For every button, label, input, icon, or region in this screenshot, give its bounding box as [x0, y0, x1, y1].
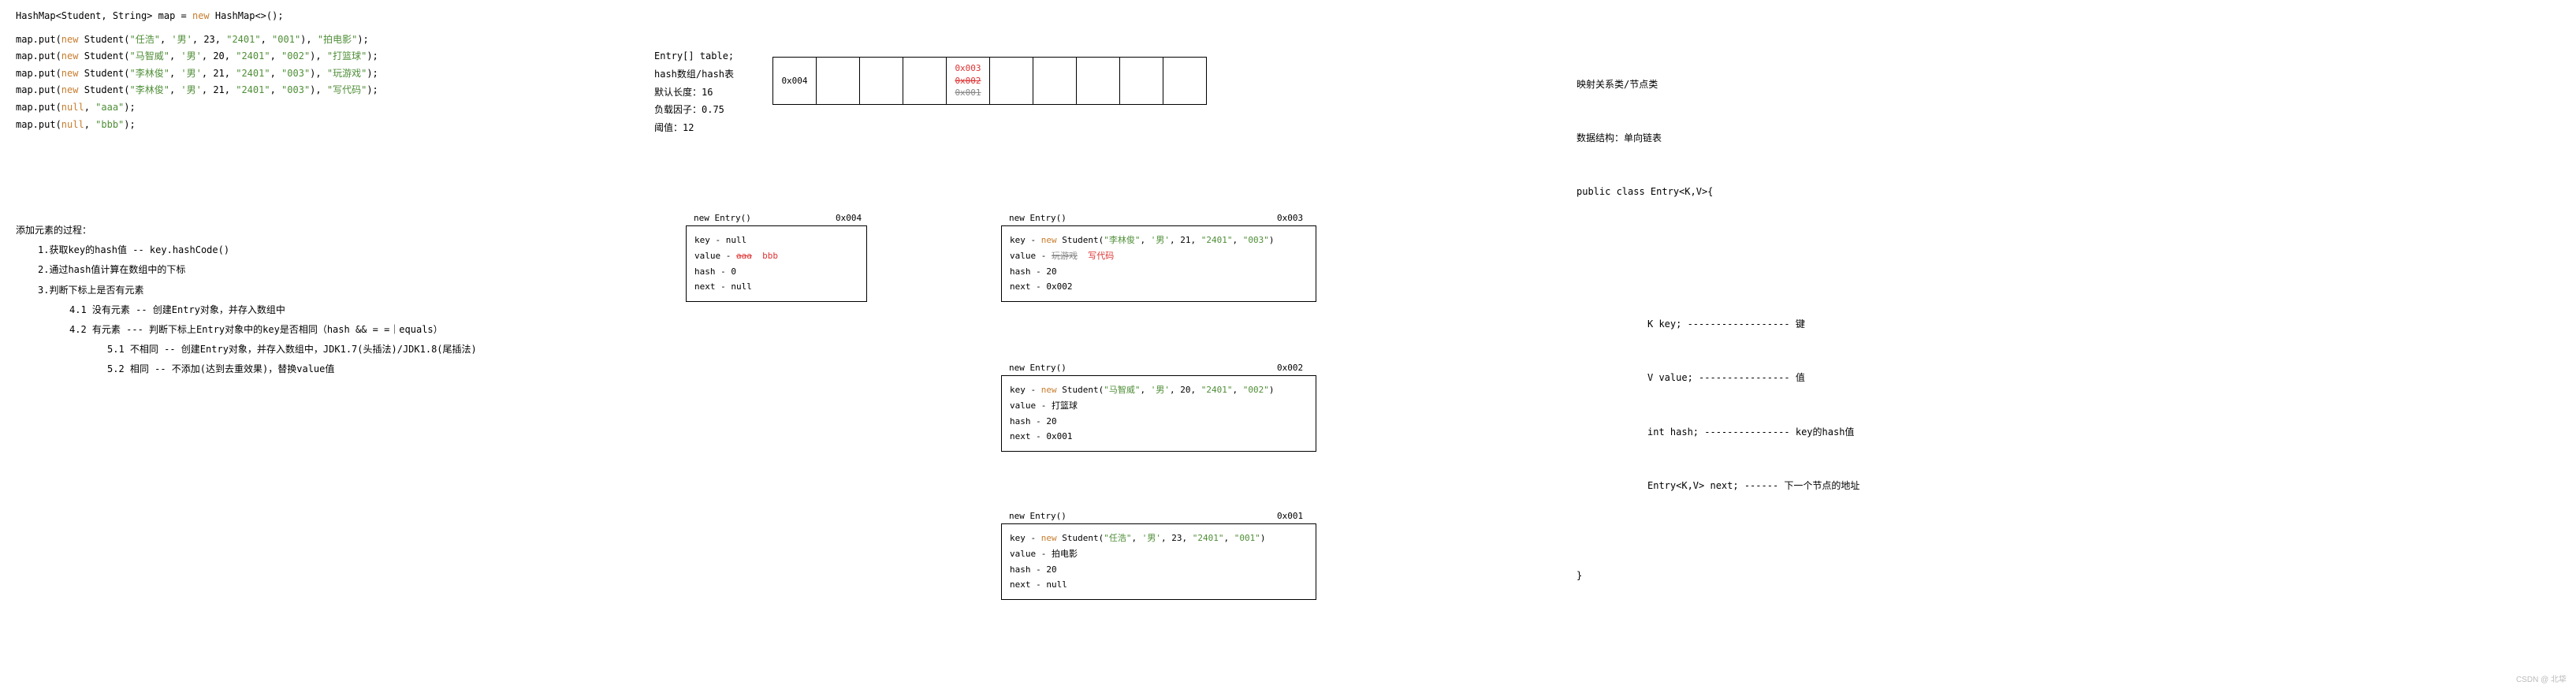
entry-hash: hash - 20 — [1010, 414, 1308, 430]
process-title: 添加元素的过程： — [16, 221, 477, 240]
right-line: 数据结构：单向链表 — [1576, 129, 1859, 147]
process-line: 2.通过hash值计算在数组中的下标 — [38, 260, 477, 280]
entry-002-addr: 0x002 — [1277, 363, 1303, 373]
entry-hash: hash - 20 — [1010, 562, 1308, 578]
entry-box-003: key - new Student("李林俊", '男', 21, "2401"… — [1001, 225, 1316, 302]
table-info-line: 阈值：12 — [654, 119, 734, 137]
code-line: map.put(new Student("李林俊", '男', 21, "240… — [16, 65, 378, 83]
code-line: map.put(new Student("李林俊", '男', 21, "240… — [16, 82, 378, 99]
entry-box-002: key - new Student("马智威", '男', 20, "2401"… — [1001, 375, 1316, 452]
table-info: Entry[] table; hash数组/hash表 默认长度：16 负载因子… — [654, 47, 734, 137]
entry-003-addr: 0x003 — [1277, 213, 1303, 223]
entry-hash: hash - 20 — [1010, 264, 1308, 280]
entry-002-label: new Entry() — [1009, 363, 1067, 373]
table-cell-9 — [1163, 58, 1207, 105]
entry-class-def: 映射关系类/节点类 数据结构：单向链表 public class Entry<K… — [1576, 39, 1859, 603]
code-line: map.put(null, "bbb"); — [16, 117, 378, 134]
hash-table-array: 0x004 0x003 0x002 0x001 — [772, 57, 1207, 105]
code-line: map.put(null, "aaa"); — [16, 99, 378, 117]
entry-key: key - new Student("马智威", '男', 20, "2401"… — [1010, 382, 1308, 398]
table-cell-0: 0x004 — [773, 58, 817, 105]
entry-value: value - 玩游戏 写代码 — [1010, 248, 1308, 264]
code-line: HashMap<Student, String> map = new HashM… — [16, 8, 378, 25]
table-cell-1 — [817, 58, 860, 105]
entry-hash: hash - 0 — [694, 264, 858, 280]
process-line: 3.判断下标上是否有元素 — [38, 281, 477, 300]
entry-box-001: key - new Student("任浩", '男', 23, "2401",… — [1001, 523, 1316, 600]
right-line: V value; ---------------- 值 — [1647, 369, 1859, 387]
entry-next: next - null — [1010, 577, 1308, 593]
process-line: 4.1 没有元素 -- 创建Entry对象，并存入数组中 — [69, 300, 477, 320]
right-line: 映射关系类/节点类 — [1576, 76, 1859, 94]
watermark: CSDN @ 北牮 — [2516, 672, 2567, 684]
right-line: public class Entry<K,V>{ — [1576, 183, 1859, 201]
table-cell-8 — [1120, 58, 1163, 105]
entry-value: value - 拍电影 — [1010, 546, 1308, 562]
entry-value: value - 打篮球 — [1010, 398, 1308, 414]
entry-004-label: new Entry() — [694, 213, 751, 223]
table-cell-6 — [1033, 58, 1077, 105]
process-line: 5.1 不相同 -- 创建Entry对象，并存入数组中，JDK1.7(头插法)/… — [107, 340, 477, 359]
entry-key: key - new Student("任浩", '男', 23, "2401",… — [1010, 531, 1308, 546]
table-info-line: 默认长度：16 — [654, 84, 734, 102]
process-steps: 添加元素的过程： 1.获取key的hash值 -- key.hashCode()… — [16, 221, 477, 380]
entry-box-004: key - null value - aaa bbb hash - 0 next… — [686, 225, 867, 302]
entry-key: key - new Student("李林俊", '男', 21, "2401"… — [1010, 233, 1308, 248]
table-info-line: Entry[] table; — [654, 47, 734, 65]
code-block-main: HashMap<Student, String> map = new HashM… — [16, 8, 378, 133]
table-cell-3 — [903, 58, 947, 105]
entry-003-label: new Entry() — [1009, 213, 1067, 223]
table-info-line: 负载因子：0.75 — [654, 101, 734, 119]
code-line: map.put(new Student("任浩", '男', 23, "2401… — [16, 32, 378, 49]
entry-next: next - null — [694, 279, 858, 295]
entry-001-label: new Entry() — [1009, 511, 1067, 521]
table-cell-7 — [1077, 58, 1120, 105]
right-line: Entry<K,V> next; ------ 下一个节点的地址 — [1647, 477, 1859, 495]
entry-next: next - 0x002 — [1010, 279, 1308, 295]
entry-004-addr: 0x004 — [836, 213, 862, 223]
process-line: 1.获取key的hash值 -- key.hashCode() — [38, 240, 477, 260]
entry-next: next - 0x001 — [1010, 429, 1308, 445]
right-line: int hash; --------------- key的hash值 — [1647, 423, 1859, 441]
entry-key: key - null — [694, 233, 858, 248]
table-cell-2 — [860, 58, 903, 105]
right-line: K key; ------------------ 键 — [1647, 315, 1859, 333]
table-info-line: hash数组/hash表 — [654, 65, 734, 84]
entry-001-addr: 0x001 — [1277, 511, 1303, 521]
table-cell-5 — [990, 58, 1033, 105]
process-line: 5.2 相同 -- 不添加(达到去重效果)，替换value值 — [107, 359, 477, 379]
process-line: 4.2 有元素 --- 判断下标上Entry对象中的key是否相同（hash &… — [69, 320, 477, 340]
right-line: } — [1576, 567, 1859, 585]
table-cell-4: 0x003 0x002 0x001 — [947, 58, 990, 105]
code-line: map.put(new Student("马智威", '男', 20, "240… — [16, 48, 378, 65]
entry-value: value - aaa bbb — [694, 248, 858, 264]
